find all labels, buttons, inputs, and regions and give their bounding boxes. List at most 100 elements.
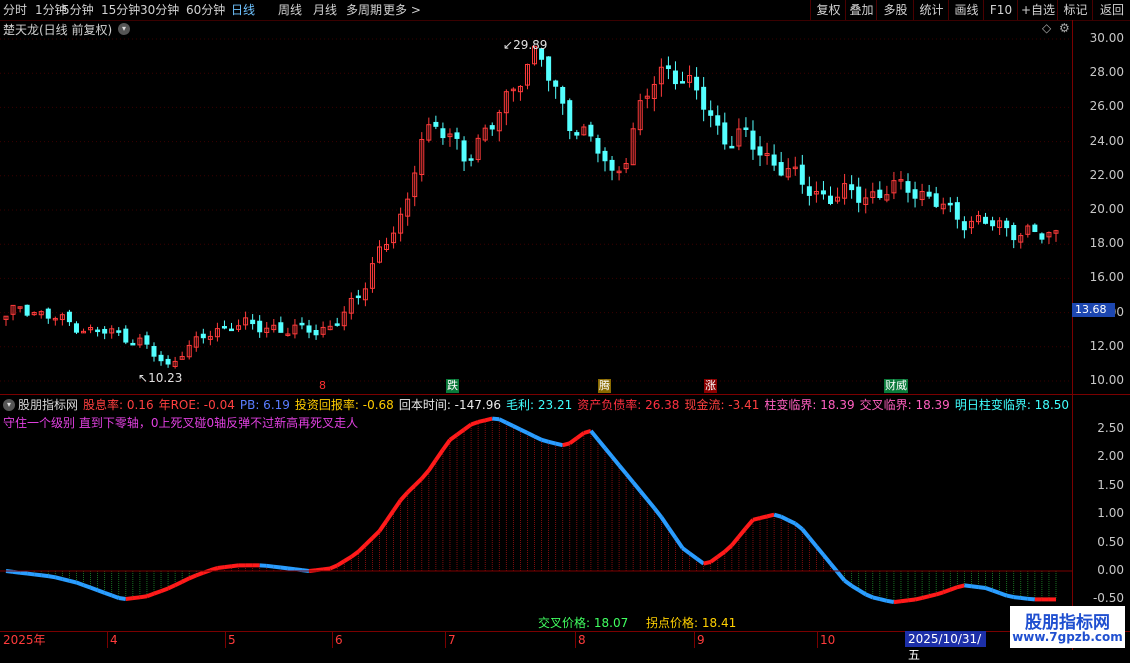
- period-tab-6[interactable]: 日线: [231, 2, 255, 18]
- candle: [300, 323, 304, 325]
- indicator-tick: -0.50: [1093, 591, 1124, 605]
- indicator-line: [809, 538, 816, 547]
- signal-marker-3: 涨: [704, 379, 717, 393]
- indicator-line: [1000, 593, 1007, 596]
- indicator-line: [140, 596, 147, 597]
- indicator-line: [795, 524, 802, 530]
- indicator-line: [668, 527, 675, 537]
- candle: [828, 196, 832, 203]
- candle: [124, 329, 128, 342]
- indicator-line: [936, 592, 943, 594]
- candle: [554, 81, 558, 86]
- toolbar-button-5[interactable]: F10: [983, 0, 1018, 20]
- period-tab-0[interactable]: 分时: [3, 2, 27, 18]
- toolbar-button-6[interactable]: +自选: [1017, 0, 1058, 20]
- toolbar-button-4[interactable]: 画线: [948, 0, 984, 20]
- indicator-line: [605, 448, 612, 457]
- time-tick: [445, 632, 446, 648]
- watermark-url: www.7gpzb.com: [1010, 630, 1125, 644]
- candle: [222, 327, 226, 329]
- indicator-line: [647, 500, 654, 509]
- candle: [878, 190, 882, 197]
- indicator-line: [894, 601, 901, 602]
- candle: [201, 334, 205, 337]
- indicator-line: [570, 438, 577, 443]
- indicator-line: [27, 574, 34, 575]
- indicator-name[interactable]: 股朋指标网: [18, 397, 78, 413]
- toolbar-button-2[interactable]: 多股: [876, 0, 914, 20]
- period-tab-5[interactable]: 60分钟: [186, 2, 225, 18]
- candle: [152, 347, 156, 357]
- candle: [962, 222, 966, 230]
- period-tab-9[interactable]: 多周期: [346, 2, 382, 18]
- indicator-menu-icon[interactable]: ▾: [3, 399, 15, 411]
- candle: [779, 163, 783, 176]
- toolbar-button-7[interactable]: 标记: [1057, 0, 1093, 20]
- indicator-line: [13, 572, 20, 573]
- indicator-line: [126, 598, 133, 599]
- candle: [441, 129, 445, 138]
- time-label-1: 4: [110, 632, 118, 648]
- indicator-line: [464, 424, 471, 429]
- candlestick-chart[interactable]: [0, 22, 1072, 394]
- price-tick: 18.00: [1090, 236, 1124, 250]
- indicator-chart[interactable]: [0, 415, 1072, 630]
- stat-10: 明日柱变临界: 18.50: [955, 398, 1069, 412]
- indicator-line: [915, 598, 922, 600]
- toolbar-button-8[interactable]: 返回: [1092, 0, 1130, 20]
- candle: [1005, 221, 1009, 227]
- indicator-line: [619, 465, 626, 474]
- price-tick: 28.00: [1090, 65, 1124, 79]
- indicator-line: [210, 568, 217, 570]
- candle: [913, 190, 917, 198]
- candle: [251, 320, 255, 323]
- indicator-line: [281, 568, 288, 569]
- time-tick: [225, 632, 226, 648]
- indicator-line: [816, 546, 823, 555]
- toolbar-button-3[interactable]: 统计: [913, 0, 949, 20]
- candle: [681, 82, 685, 84]
- indicator-line: [922, 596, 929, 598]
- price-tick: 16.00: [1090, 270, 1124, 284]
- price-tick: 30.00: [1090, 31, 1124, 45]
- stat-1: 年ROE: -0.04: [159, 398, 235, 412]
- candle: [906, 182, 910, 193]
- candle: [673, 71, 677, 84]
- stat-0: 股息率: 0.16: [83, 398, 154, 412]
- candle: [462, 141, 466, 161]
- indicator-line: [704, 562, 711, 564]
- indicator-line: [823, 555, 830, 564]
- indicator-line: [401, 492, 408, 500]
- candle: [67, 312, 71, 321]
- period-tab-7[interactable]: 周线: [278, 2, 302, 18]
- indicator-stats: 股息率: 0.16年ROE: -0.04PB: 6.19投资回报率: -0.68…: [83, 397, 1073, 413]
- indicator-line: [612, 457, 619, 466]
- period-tab-4[interactable]: 30分钟: [140, 2, 179, 18]
- indicator-line: [372, 531, 379, 538]
- candle: [927, 192, 931, 196]
- candle: [821, 191, 825, 194]
- candle: [561, 87, 565, 103]
- period-tab-3[interactable]: 15分钟: [101, 2, 140, 18]
- toolbar-button-1[interactable]: 叠加: [845, 0, 877, 20]
- candle: [279, 323, 283, 333]
- candle: [131, 343, 135, 345]
- indicator-line: [387, 510, 394, 520]
- indicator-line: [133, 597, 140, 598]
- candle: [948, 203, 952, 205]
- indicator-line: [41, 575, 48, 576]
- indicator-line: [654, 508, 661, 517]
- price-tick: 26.00: [1090, 99, 1124, 113]
- candle: [258, 321, 262, 332]
- cross-price-label: 交叉价格: 18.07: [538, 615, 628, 631]
- period-tab-2[interactable]: 5分钟: [62, 2, 94, 18]
- period-tab-8[interactable]: 月线: [313, 2, 337, 18]
- indicator-line: [838, 572, 845, 581]
- signal-marker-1: 跌: [446, 379, 459, 393]
- indicator-line: [330, 565, 337, 568]
- period-tab-10[interactable]: 更多 >: [383, 2, 421, 18]
- toolbar-button-0[interactable]: 复权: [810, 0, 846, 20]
- indicator-line: [866, 594, 873, 597]
- indicator-line: [274, 567, 281, 568]
- indicator-line: [76, 583, 83, 586]
